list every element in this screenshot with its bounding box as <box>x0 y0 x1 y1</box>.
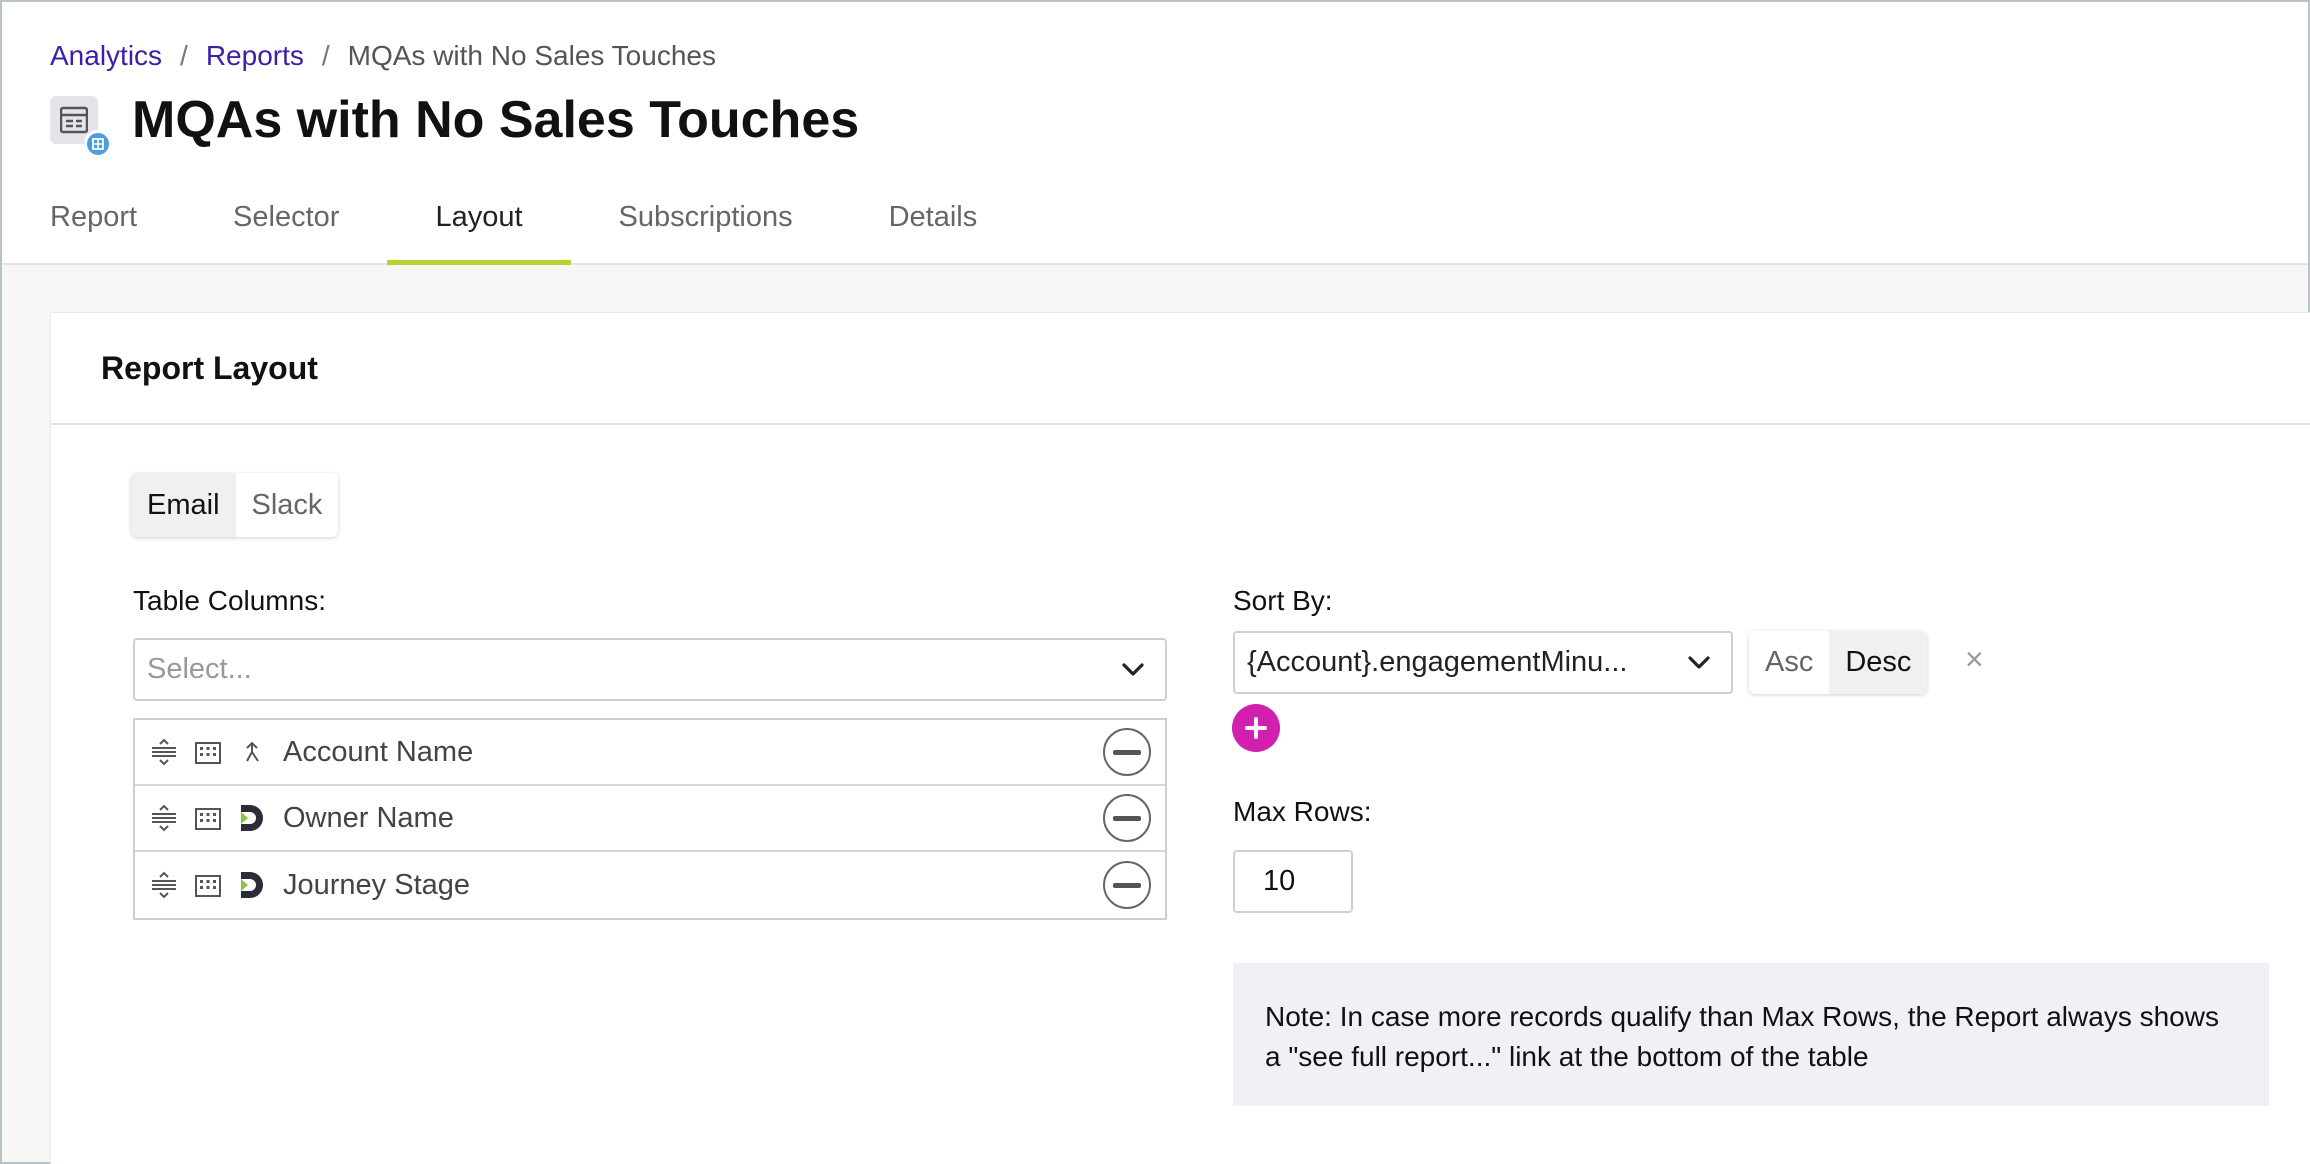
tab-selector[interactable]: Selector <box>233 170 339 265</box>
d-logo-icon <box>237 803 267 833</box>
minus-icon <box>1113 749 1141 755</box>
breadcrumb-reports[interactable]: Reports <box>206 40 304 72</box>
breadcrumb-analytics[interactable]: Analytics <box>50 40 162 72</box>
tab-label: Details <box>888 201 978 233</box>
minus-icon <box>1113 815 1141 821</box>
tab-label: Selector <box>233 201 340 233</box>
report-table-icon <box>50 96 112 158</box>
tab-details[interactable]: Details <box>889 170 978 265</box>
plus-icon <box>1245 717 1267 739</box>
tab-label: Report <box>50 201 138 233</box>
close-icon[interactable]: × <box>1965 641 1984 678</box>
chevron-down-icon[interactable] <box>1667 655 1731 671</box>
table-row: Journey Stage <box>135 852 1165 918</box>
page-title: MQAs with No Sales Touches <box>132 91 860 149</box>
minus-icon <box>1113 882 1141 888</box>
column-name: Journey Stage <box>283 868 471 901</box>
sort-direction-toggle: Asc Desc <box>1749 631 1928 694</box>
remove-column-button[interactable] <box>1103 728 1151 776</box>
building-icon <box>193 737 223 767</box>
drag-handle-icon[interactable] <box>149 803 179 833</box>
remove-column-button[interactable] <box>1103 861 1151 909</box>
remove-column-button[interactable] <box>1103 794 1151 842</box>
drag-handle-icon[interactable] <box>149 737 179 767</box>
tab-bar: Report Selector Layout Subscriptions Det… <box>2 170 977 265</box>
table-row: Account Name <box>135 720 1165 786</box>
card-header: Report Layout <box>51 313 2310 425</box>
breadcrumb: Analytics / Reports / MQAs with No Sales… <box>50 40 716 72</box>
max-rows-note: Note: In case more records qualify than … <box>1233 963 2269 1106</box>
tab-label: Subscriptions <box>618 201 793 233</box>
tab-label: Layout <box>435 201 523 233</box>
select-placeholder: Select... <box>147 653 252 685</box>
sort-desc-option[interactable]: Desc <box>1829 631 1928 694</box>
merge-icon <box>237 737 267 767</box>
column-name: Account Name <box>283 735 474 768</box>
drag-handle-icon[interactable] <box>149 870 179 900</box>
table-columns-list: Account Name Owner Name Journey Stage <box>133 718 1167 920</box>
breadcrumb-separator: / <box>321 40 330 71</box>
report-layout-card: Report Layout Email Slack Table Columns:… <box>50 312 2310 1164</box>
d-logo-icon <box>237 870 267 900</box>
tab-subscriptions[interactable]: Subscriptions <box>619 170 793 265</box>
tab-layout[interactable]: Layout <box>387 170 571 265</box>
sort-asc-option[interactable]: Asc <box>1749 631 1829 694</box>
table-columns-label: Table Columns: <box>133 585 326 616</box>
sort-by-value: {Account}.engagementMinu... <box>1247 646 1628 678</box>
column-name: Owner Name <box>283 801 454 834</box>
table-columns-select[interactable]: Select... <box>133 638 1167 701</box>
breadcrumb-current: MQAs with No Sales Touches <box>347 40 716 71</box>
report-badge-icon <box>84 130 112 158</box>
page-header: Analytics / Reports / MQAs with No Sales… <box>2 2 2308 265</box>
channel-email-option[interactable]: Email <box>131 473 236 537</box>
chevron-down-icon[interactable] <box>1101 662 1165 678</box>
tab-report[interactable]: Report <box>50 170 137 265</box>
sort-by-label: Sort By: <box>1233 585 1333 616</box>
breadcrumb-separator: / <box>180 40 188 71</box>
building-icon <box>193 870 223 900</box>
channel-slack-option[interactable]: Slack <box>236 473 339 537</box>
sort-by-select[interactable]: {Account}.engagementMinu... <box>1233 631 1733 694</box>
add-sort-button[interactable] <box>1232 704 1280 752</box>
building-icon <box>193 803 223 833</box>
max-rows-label: Max Rows: <box>1233 796 1372 827</box>
card-title: Report Layout <box>101 349 318 386</box>
channel-toggle: Email Slack <box>131 473 339 537</box>
max-rows-input[interactable]: 10 <box>1233 850 1353 913</box>
table-row: Owner Name <box>135 786 1165 852</box>
title-row: MQAs with No Sales Touches <box>50 90 860 158</box>
